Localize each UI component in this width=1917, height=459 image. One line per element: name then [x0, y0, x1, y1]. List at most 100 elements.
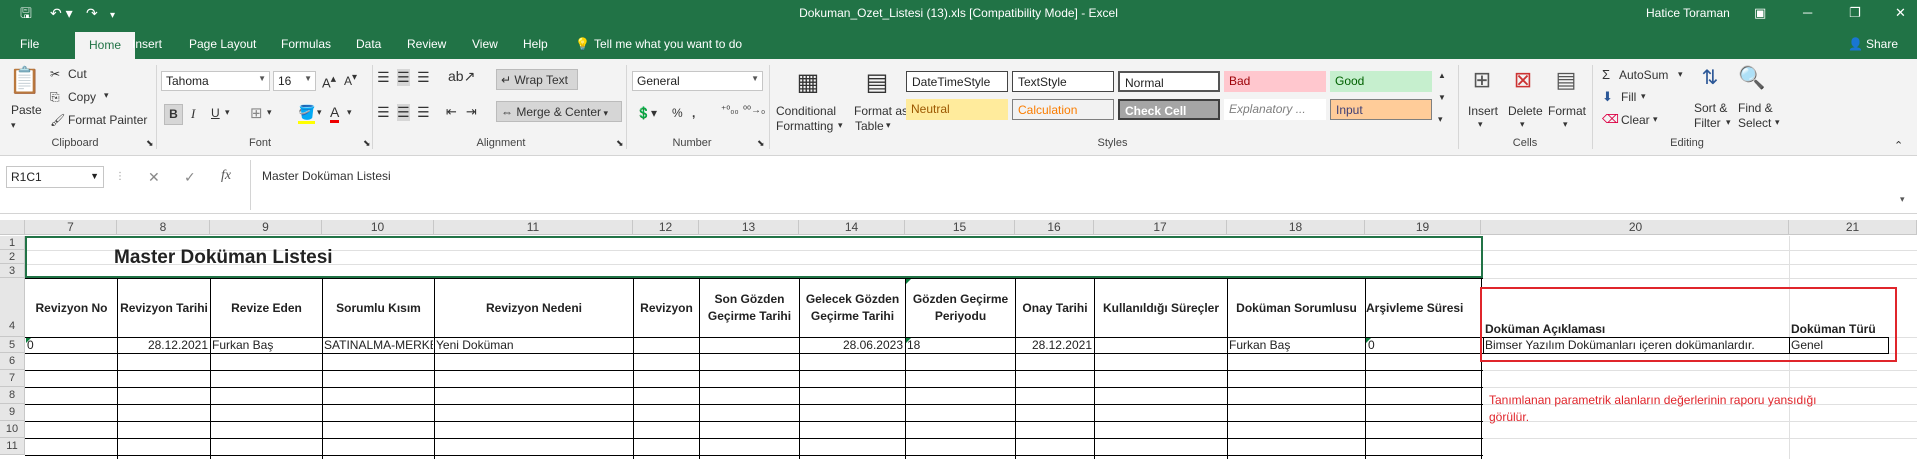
tab-help[interactable]: Help — [523, 37, 548, 51]
chevron-down-icon[interactable]: ▾ — [886, 120, 891, 131]
comma-style-icon[interactable]: , — [692, 106, 695, 120]
format-as-table-label-2[interactable]: Table — [855, 119, 884, 133]
shrink-font-icon[interactable]: A▾ — [344, 72, 357, 88]
chevron-down-icon[interactable]: ▾ — [1726, 117, 1731, 128]
italic-icon[interactable]: I — [191, 106, 195, 122]
data-cell[interactable]: Furkan Baş — [212, 338, 321, 353]
tell-me-search[interactable]: Tell me what you want to do — [594, 37, 742, 51]
header-cell[interactable]: Gelecek Gözden Geçirme Tarihi — [800, 279, 905, 337]
chevron-down-icon[interactable]: ▾ — [1653, 114, 1658, 125]
header-cell[interactable]: Revizyon Tarihi — [118, 279, 210, 337]
column-header[interactable]: 15 — [905, 220, 1015, 235]
paste-icon[interactable]: 📋 — [8, 65, 42, 99]
clipboard-launcher-icon[interactable]: ⬊ — [146, 138, 154, 149]
align-middle-icon[interactable]: ☰ — [397, 69, 410, 86]
autosum-icon[interactable]: Σ — [1602, 67, 1610, 82]
header-cell[interactable]: Revize Eden — [211, 279, 322, 337]
number-launcher-icon[interactable]: ⬊ — [757, 138, 765, 149]
fill-color-dropdown-icon[interactable]: ▾ — [317, 107, 322, 118]
tab-file[interactable]: File — [20, 37, 39, 51]
expand-formula-bar-icon[interactable]: ▾ — [1900, 194, 1905, 205]
row-header[interactable]: 9 — [0, 404, 25, 421]
clear-icon[interactable]: ⌫ — [1602, 112, 1619, 126]
worksheet-grid[interactable]: 7 8 9 10 11 12 13 14 15 16 17 18 19 20 2… — [0, 220, 1917, 459]
style-check-cell[interactable]: Check Cell — [1118, 99, 1220, 120]
merge-center-button[interactable]: ⇔ Merge & Center ▾ — [496, 101, 622, 122]
error-indicator[interactable] — [906, 338, 911, 343]
column-header[interactable]: 9 — [210, 220, 322, 235]
header-cell[interactable]: Doküman Sorumlusu — [1228, 279, 1365, 337]
column-header[interactable]: 13 — [699, 220, 799, 235]
paste-button[interactable]: Paste — [11, 103, 42, 117]
copy-icon[interactable]: ⎘ — [50, 90, 60, 105]
column-header[interactable]: 20 — [1483, 220, 1789, 235]
increase-decimal-icon[interactable]: ⁺⁰₀₀ — [721, 105, 739, 116]
wrap-text-button[interactable]: ↵ Wrap Text — [496, 69, 578, 90]
error-indicator[interactable] — [906, 279, 911, 284]
minimize-icon[interactable]: ─ — [1803, 4, 1812, 22]
chevron-down-icon[interactable]: ▾ — [1678, 69, 1683, 80]
data-cell[interactable]: Yeni Doküman — [436, 338, 632, 353]
chevron-down-icon[interactable]: ▾ — [1563, 119, 1568, 130]
format-as-table-label-1[interactable]: Format as — [854, 104, 908, 118]
data-cell[interactable]: 0 — [27, 338, 116, 353]
autosum-button[interactable]: AutoSum — [1619, 68, 1668, 82]
accounting-format-icon[interactable]: 💲▾ — [636, 106, 657, 120]
column-header[interactable]: 12 — [633, 220, 699, 235]
data-cell[interactable]: 18 — [907, 338, 1014, 353]
tab-home[interactable]: Home — [75, 32, 136, 59]
insert-cells-icon[interactable]: ⊞ — [1467, 67, 1497, 93]
paste-dropdown-icon[interactable]: ▾ — [11, 120, 16, 131]
delete-cells-button[interactable]: Delete — [1508, 104, 1543, 118]
fill-icon[interactable]: ⬇ — [1602, 89, 1613, 105]
font-color-icon[interactable]: A — [330, 104, 340, 123]
align-bottom-icon[interactable]: ☰ — [417, 69, 430, 86]
row-header[interactable]: 10 — [0, 421, 25, 438]
align-left-icon[interactable]: ☰ — [377, 104, 390, 121]
chevron-down-icon[interactable]: ▾ — [838, 120, 843, 131]
row-header[interactable]: 11 — [0, 438, 25, 455]
find-select-icon[interactable]: 🔍 — [1737, 65, 1767, 91]
format-cells-button[interactable]: Format — [1548, 104, 1586, 118]
column-header[interactable]: 21 — [1789, 220, 1917, 235]
share-button[interactable]: Share — [1866, 37, 1898, 51]
cancel-icon[interactable]: ✕ — [148, 169, 160, 186]
styles-more-icon[interactable]: ▾ — [1438, 114, 1443, 125]
conditional-formatting-label-2[interactable]: Formatting — [776, 119, 833, 133]
align-top-icon[interactable]: ☰ — [377, 69, 390, 86]
style-calculation[interactable]: Calculation — [1012, 99, 1114, 120]
conditional-formatting-label-1[interactable]: Conditional — [776, 104, 836, 118]
fill-color-icon[interactable]: 🪣 — [298, 104, 316, 124]
column-header[interactable]: 8 — [117, 220, 210, 235]
style-good[interactable]: Good — [1330, 71, 1432, 92]
name-box[interactable]: R1C1 ▼ — [6, 166, 104, 188]
borders-dropdown-icon[interactable]: ▾ — [267, 107, 272, 118]
number-format-box[interactable]: General ▼ — [632, 71, 763, 91]
row-header[interactable]: 6 — [0, 353, 25, 370]
font-size-box[interactable]: 16 ▼ — [273, 71, 316, 91]
column-header[interactable]: 16 — [1015, 220, 1094, 235]
styles-scroll-up-icon[interactable]: ▲ — [1438, 71, 1446, 80]
row-header[interactable]: 1 — [0, 236, 25, 250]
cut-button[interactable]: Cut — [68, 67, 87, 81]
header-cell[interactable]: Revizyon Nedeni — [435, 279, 633, 337]
insert-function-button[interactable]: fx — [221, 168, 231, 184]
enter-icon[interactable]: ✓ — [184, 169, 196, 186]
restore-icon[interactable]: ❐ — [1849, 4, 1861, 22]
collapse-ribbon-icon[interactable]: ⌃ — [1894, 139, 1903, 152]
column-header[interactable]: 14 — [799, 220, 905, 235]
sheet-title[interactable]: Master Doküman Listesi — [114, 247, 333, 269]
column-header[interactable]: 7 — [25, 220, 117, 235]
style-explanatory[interactable]: Explanatory ... — [1224, 99, 1326, 120]
format-as-table-icon[interactable]: ▤ — [861, 68, 893, 97]
increase-indent-icon[interactable]: ⇥ — [466, 104, 477, 120]
find-select-label-1[interactable]: Find & — [1738, 101, 1773, 115]
chevron-down-icon[interactable]: ▾ — [1775, 117, 1780, 128]
sort-filter-label-2[interactable]: Filter — [1694, 116, 1721, 130]
grow-font-icon[interactable]: A▴ — [322, 72, 336, 90]
data-cell[interactable]: 28.06.2023 — [800, 338, 903, 353]
sort-filter-icon[interactable]: ⇅ — [1695, 65, 1725, 90]
cut-icon[interactable]: ✂ — [50, 67, 60, 81]
copy-dropdown-icon[interactable]: ▾ — [104, 90, 109, 101]
style-neutral[interactable]: Neutral — [906, 99, 1008, 120]
